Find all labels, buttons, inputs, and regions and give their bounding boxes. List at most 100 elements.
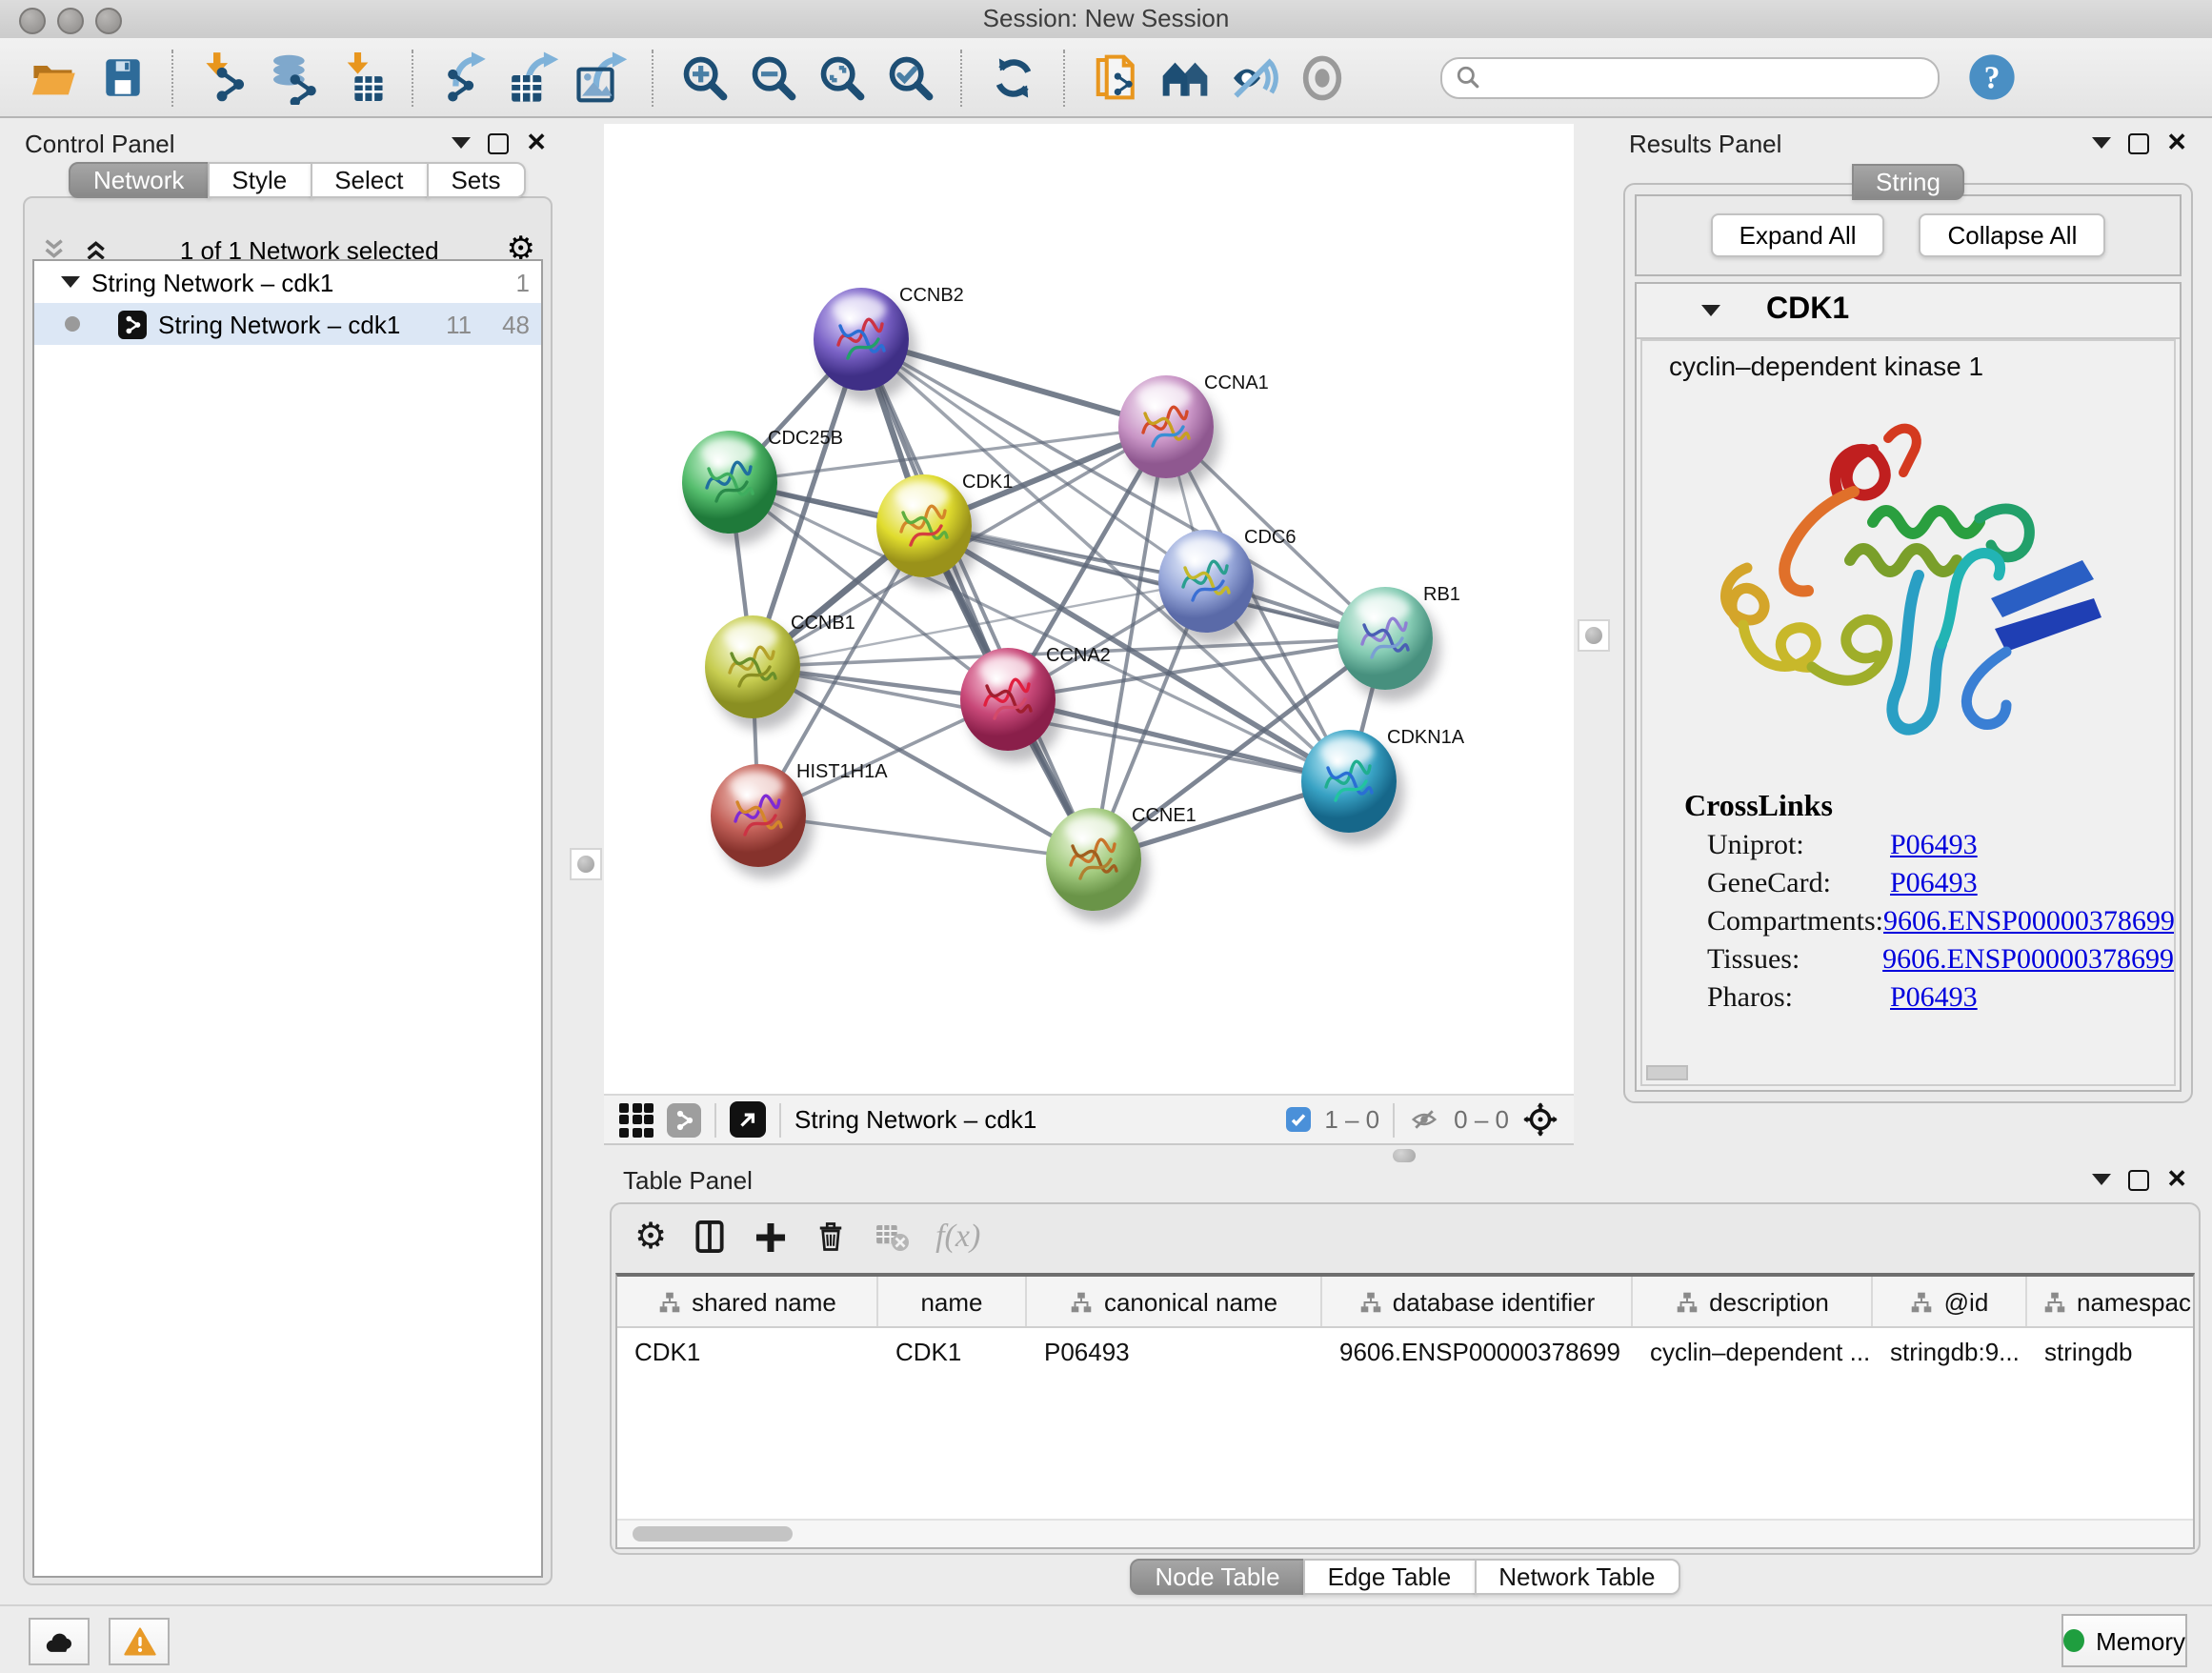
right-splitter-handle[interactable] [1578,619,1610,652]
tab-select[interactable]: Select [310,162,428,198]
tab-node-table[interactable]: Node Table [1130,1559,1304,1595]
network-node-CCNA2[interactable] [960,648,1056,751]
import-table-icon [336,51,388,103]
zoom-selected-button[interactable] [882,49,939,106]
grid-icon[interactable] [619,1102,654,1137]
network-node-CCNB2[interactable] [814,288,909,391]
network-node-RB1[interactable] [1337,587,1433,690]
panel-menu-icon[interactable] [2092,137,2111,149]
refresh-button[interactable] [985,49,1042,106]
crosshair-icon[interactable] [1522,1101,1558,1138]
panel-close-icon[interactable]: ✕ [526,133,547,152]
copy-network-button[interactable] [1088,49,1145,106]
column-header-name[interactable]: name [878,1277,1027,1326]
crosslink-link[interactable]: P06493 [1890,831,1978,863]
add-icon[interactable] [753,1219,789,1255]
panel-menu-icon[interactable] [452,137,471,149]
column-header-namespac[interactable]: namespac [2027,1277,2195,1326]
column-header-description[interactable]: description [1633,1277,1873,1326]
table-scrollbar-thumb[interactable] [633,1526,793,1542]
save-session-button[interactable] [93,49,151,106]
export-network-button[interactable] [436,49,493,106]
network-label: String Network – cdk1 [158,310,400,338]
import-table-button[interactable] [333,49,391,106]
eye-slash-icon[interactable] [1408,1105,1440,1134]
table-row[interactable]: CDK1CDK1P064939606.ENSP00000378699cyclin… [617,1328,2193,1376]
network-node-CCNA1[interactable] [1118,375,1214,478]
gene-name: CDK1 [1766,293,1849,328]
column-header-database-identifier[interactable]: database identifier [1322,1277,1633,1326]
column-header--id[interactable]: @id [1873,1277,2027,1326]
columns-icon[interactable] [692,1218,728,1256]
gene-details: cyclin–dependent kinase 1 [1640,339,2176,1086]
help-button[interactable]: ? [1962,49,2020,106]
tab-network[interactable]: Network [69,162,209,198]
crosslink-label: Uniprot: [1707,831,1890,863]
crosslink-link[interactable]: 9606.ENSP00000378699 [1882,945,2174,978]
network-edge-HIST1H1A-CCNE1[interactable] [758,816,1094,859]
warning-button[interactable] [109,1618,170,1665]
close-window-button[interactable] [19,8,46,34]
network-collection-row[interactable]: String Network – cdk1 1 [34,261,541,303]
tab-sets[interactable]: Sets [426,162,525,198]
left-splitter-handle[interactable] [570,848,602,880]
trash-icon[interactable] [814,1218,848,1256]
panel-close-icon[interactable]: ✕ [2166,133,2187,152]
panel-menu-icon[interactable] [2092,1174,2111,1185]
network-canvas[interactable]: CCNB2CCNA1CDC25BCDK1CDC6RB1CCNB1CCNA2CDK… [604,124,1574,1094]
main-toolbar: ? [0,38,2212,118]
network-node-CDK1[interactable] [876,474,972,577]
network-node-CDC6[interactable] [1158,530,1254,633]
network-row[interactable]: String Network – cdk1 11 48 [34,303,541,345]
column-header-canonical-name[interactable]: canonical name [1027,1277,1322,1326]
network-node-CCNB1[interactable] [705,615,800,718]
zoom-out-button[interactable] [745,49,802,106]
svg-text:?: ? [1983,60,2000,95]
column-header-shared-name[interactable]: shared name [617,1277,878,1326]
collapse-all-button[interactable]: Collapse All [1920,213,2106,257]
results-scrollbar-thumb[interactable] [1646,1065,1688,1080]
gear-icon[interactable]: ⚙ [634,1216,667,1258]
delete-table-icon[interactable] [873,1219,911,1254]
tab-edge-table[interactable]: Edge Table [1303,1559,1477,1595]
hide-graphics-button[interactable] [1225,49,1282,106]
tree-expand-icon[interactable] [61,276,80,288]
checkbox-icon[interactable] [1286,1107,1311,1132]
network-node-HIST1H1A[interactable] [711,764,806,867]
minimize-window-button[interactable] [57,8,84,34]
cloud-button[interactable] [29,1618,90,1665]
network-node-CDKN1A[interactable] [1301,730,1397,833]
gene-section-header[interactable]: CDK1 [1637,284,2180,339]
houses-button[interactable] [1156,49,1214,106]
network-node-CDC25B[interactable] [682,431,777,534]
zoom-in-button[interactable] [676,49,734,106]
share-icon[interactable] [667,1102,701,1137]
network-edge-CCNB2-CCNE1[interactable] [861,339,1094,859]
crosslink-link[interactable]: P06493 [1890,869,1978,901]
open-session-button[interactable] [25,49,82,106]
export-image-button[interactable] [573,49,631,106]
import-network-button[interactable] [196,49,253,106]
eye-button[interactable] [1294,49,1351,106]
expand-all-button[interactable]: Expand All [1711,213,1885,257]
maximize-window-button[interactable] [95,8,122,34]
zoom-fit-button[interactable] [814,49,871,106]
panel-float-icon[interactable] [2128,1169,2149,1190]
network-node-CCNE1[interactable] [1046,808,1141,911]
panel-close-icon[interactable]: ✕ [2166,1170,2187,1189]
section-collapse-icon[interactable] [1701,305,1720,316]
panel-float-icon[interactable] [2128,132,2149,153]
network-tab-content: 1 of 1 Network selected ⚙ String Network… [23,196,553,1585]
tab-network-table[interactable]: Network Table [1474,1559,1679,1595]
import-database-button[interactable] [265,49,322,106]
crosslink-link[interactable]: P06493 [1890,983,1978,1016]
tab-string[interactable]: String [1851,164,1965,200]
nav-arrow-icon[interactable] [730,1101,766,1138]
crosslink-link[interactable]: 9606.ENSP00000378699 [1883,907,2175,939]
search-input[interactable] [1488,62,1924,92]
panel-float-icon[interactable] [488,132,509,153]
memory-button[interactable]: Memory [2061,1614,2187,1667]
tab-style[interactable]: Style [207,162,312,198]
function-icon[interactable]: f(x) [935,1218,980,1256]
export-table-button[interactable] [505,49,562,106]
